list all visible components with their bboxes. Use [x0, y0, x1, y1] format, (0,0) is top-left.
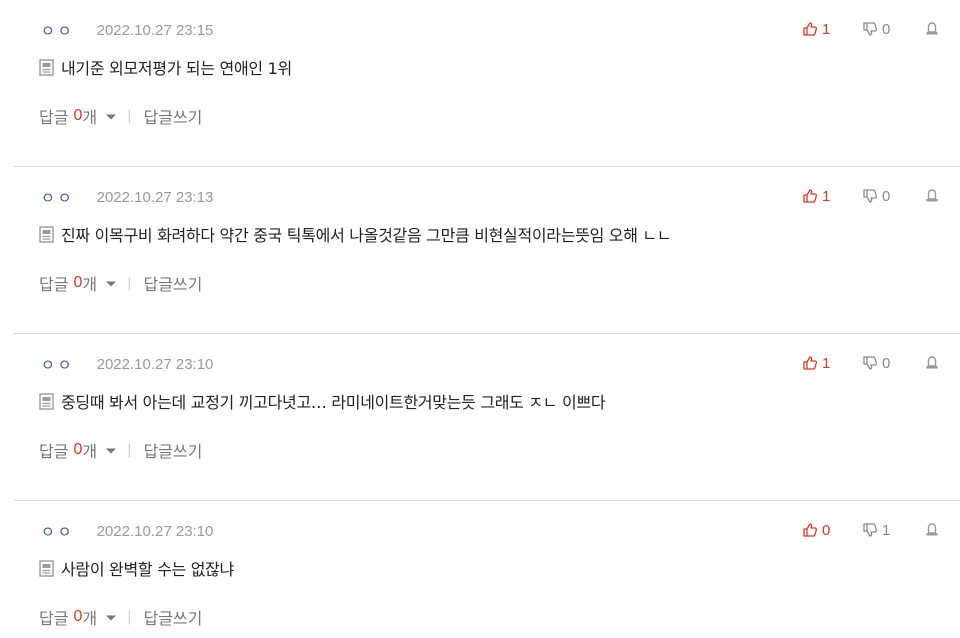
report-button[interactable]: [924, 21, 940, 41]
comment-meta: ㅇㅇ 2022.10.27 23:10: [41, 521, 213, 541]
comment-nickname[interactable]: ㅇㅇ: [41, 20, 75, 41]
reply-count: 0: [73, 107, 83, 124]
comment-body: 진짜 이목구비 화려하다 약간 중국 틱톡에서 나올것같음 그만큼 비현실적이라…: [39, 223, 672, 245]
comment-list: ㅇㅇ 2022.10.27 23:15 1 0 내기준 외모저평가 되는 연애인…: [0, 0, 960, 638]
write-reply-link[interactable]: 답글쓰기: [143, 271, 202, 295]
reply-count: 0: [73, 274, 83, 291]
reply-toggle[interactable]: 답글 0 개: [39, 438, 117, 462]
thumbs-up-icon: [803, 22, 818, 36]
comment-item: ㅇㅇ 2022.10.27 23:15 1 0 내기준 외모저평가 되는 연애인…: [0, 0, 960, 167]
upvote-button[interactable]: 1: [802, 185, 830, 207]
separator: |: [127, 442, 132, 458]
upvote-button[interactable]: 1: [802, 352, 830, 374]
upvote-count: 1: [822, 187, 831, 205]
upvote-button[interactable]: 0: [802, 519, 830, 541]
document-icon: [39, 58, 54, 76]
caret-down-icon: [106, 448, 117, 454]
vote-area: 1 0: [800, 185, 960, 207]
comment-nickname[interactable]: ㅇㅇ: [41, 354, 75, 375]
comment-text: 중딩때 봐서 아는데 교정기 끼고다녓고… 라미네이트한거맞는듯 그래도 ㅈㄴ …: [61, 393, 606, 412]
reply-label: 답글: [39, 609, 69, 628]
downvote-count: 0: [882, 187, 891, 205]
thumbs-up-icon: [803, 523, 818, 537]
reply-count: 0: [73, 441, 83, 458]
upvote-count: 1: [822, 354, 831, 372]
upvote-button[interactable]: 1: [802, 18, 830, 40]
reply-label: 답글: [39, 108, 69, 127]
reply-unit: 개: [82, 275, 98, 294]
downvote-button[interactable]: 0: [862, 352, 890, 374]
vote-area: 1 0: [800, 18, 960, 40]
separator: |: [127, 275, 132, 291]
caret-down-icon: [106, 114, 117, 120]
thumbs-up-icon: [803, 189, 818, 203]
downvote-count: 0: [882, 354, 891, 372]
report-button[interactable]: [924, 522, 940, 542]
upvote-count: 1: [822, 20, 831, 38]
comment-body: 사람이 완벽할 수는 없잖냐: [39, 557, 234, 579]
document-icon: [39, 392, 54, 410]
report-button[interactable]: [924, 355, 940, 375]
comment-nickname[interactable]: ㅇㅇ: [41, 521, 75, 542]
reply-bar: 답글 0 개 | 답글쓰기: [39, 104, 202, 128]
comment-meta: ㅇㅇ 2022.10.27 23:15: [41, 20, 213, 40]
reply-unit: 개: [82, 442, 98, 461]
report-icon: [926, 356, 938, 369]
comment-date: 2022.10.27 23:13: [96, 188, 214, 206]
caret-down-icon: [106, 281, 117, 287]
caret-down-icon: [106, 615, 117, 621]
comment-date: 2022.10.27 23:10: [96, 355, 214, 373]
comment-date: 2022.10.27 23:10: [96, 522, 214, 540]
downvote-count: 1: [882, 521, 891, 539]
comment-item: ㅇㅇ 2022.10.27 23:13 1 0 진짜 이목구비 화려하다 약간 …: [0, 167, 960, 334]
reply-toggle[interactable]: 답글 0 개: [39, 605, 117, 629]
reply-unit: 개: [82, 609, 98, 628]
separator: |: [127, 108, 132, 124]
comment-meta: ㅇㅇ 2022.10.27 23:13: [41, 187, 213, 207]
downvote-count: 0: [882, 20, 891, 38]
write-reply-link[interactable]: 답글쓰기: [143, 104, 202, 128]
reply-label: 답글: [39, 275, 69, 294]
report-icon: [926, 189, 938, 202]
write-reply-link[interactable]: 답글쓰기: [143, 438, 202, 462]
comment-item: ㅇㅇ 2022.10.27 23:10 0 1 사람이 완벽할 수는 없잖냐 답…: [0, 501, 960, 638]
document-icon: [39, 559, 54, 577]
comment-body: 내기준 외모저평가 되는 연애인 1위: [39, 56, 292, 78]
reply-bar: 답글 0 개 | 답글쓰기: [39, 438, 202, 462]
comment-date: 2022.10.27 23:15: [96, 21, 214, 39]
comment-text: 진짜 이목구비 화려하다 약간 중국 틱톡에서 나올것같음 그만큼 비현실적이라…: [61, 226, 672, 245]
thumbs-up-icon: [803, 356, 818, 370]
thumbs-down-icon: [863, 189, 878, 203]
downvote-button[interactable]: 0: [862, 185, 890, 207]
reply-toggle[interactable]: 답글 0 개: [39, 104, 117, 128]
reply-toggle[interactable]: 답글 0 개: [39, 271, 117, 295]
vote-area: 0 1: [800, 519, 960, 541]
reply-count: 0: [73, 608, 83, 625]
comment-meta: ㅇㅇ 2022.10.27 23:10: [41, 354, 213, 374]
reply-bar: 답글 0 개 | 답글쓰기: [39, 605, 202, 629]
downvote-button[interactable]: 1: [862, 519, 890, 541]
report-button[interactable]: [924, 188, 940, 208]
thumbs-down-icon: [863, 356, 878, 370]
write-reply-link[interactable]: 답글쓰기: [143, 605, 202, 629]
report-icon: [926, 523, 938, 536]
reply-label: 답글: [39, 442, 69, 461]
reply-bar: 답글 0 개 | 답글쓰기: [39, 271, 202, 295]
vote-area: 1 0: [800, 352, 960, 374]
separator: |: [127, 609, 132, 625]
comment-body: 중딩때 봐서 아는데 교정기 끼고다녓고… 라미네이트한거맞는듯 그래도 ㅈㄴ …: [39, 390, 606, 412]
upvote-count: 0: [822, 521, 831, 539]
thumbs-down-icon: [863, 523, 878, 537]
document-icon: [39, 225, 54, 243]
comment-nickname[interactable]: ㅇㅇ: [41, 187, 75, 208]
downvote-button[interactable]: 0: [862, 18, 890, 40]
reply-unit: 개: [82, 108, 98, 127]
comment-text: 내기준 외모저평가 되는 연애인 1위: [61, 59, 292, 78]
comment-item: ㅇㅇ 2022.10.27 23:10 1 0 중딩때 봐서 아는데 교정기 끼…: [0, 334, 960, 501]
comment-text: 사람이 완벽할 수는 없잖냐: [61, 560, 234, 579]
thumbs-down-icon: [863, 22, 878, 36]
report-icon: [926, 22, 938, 35]
